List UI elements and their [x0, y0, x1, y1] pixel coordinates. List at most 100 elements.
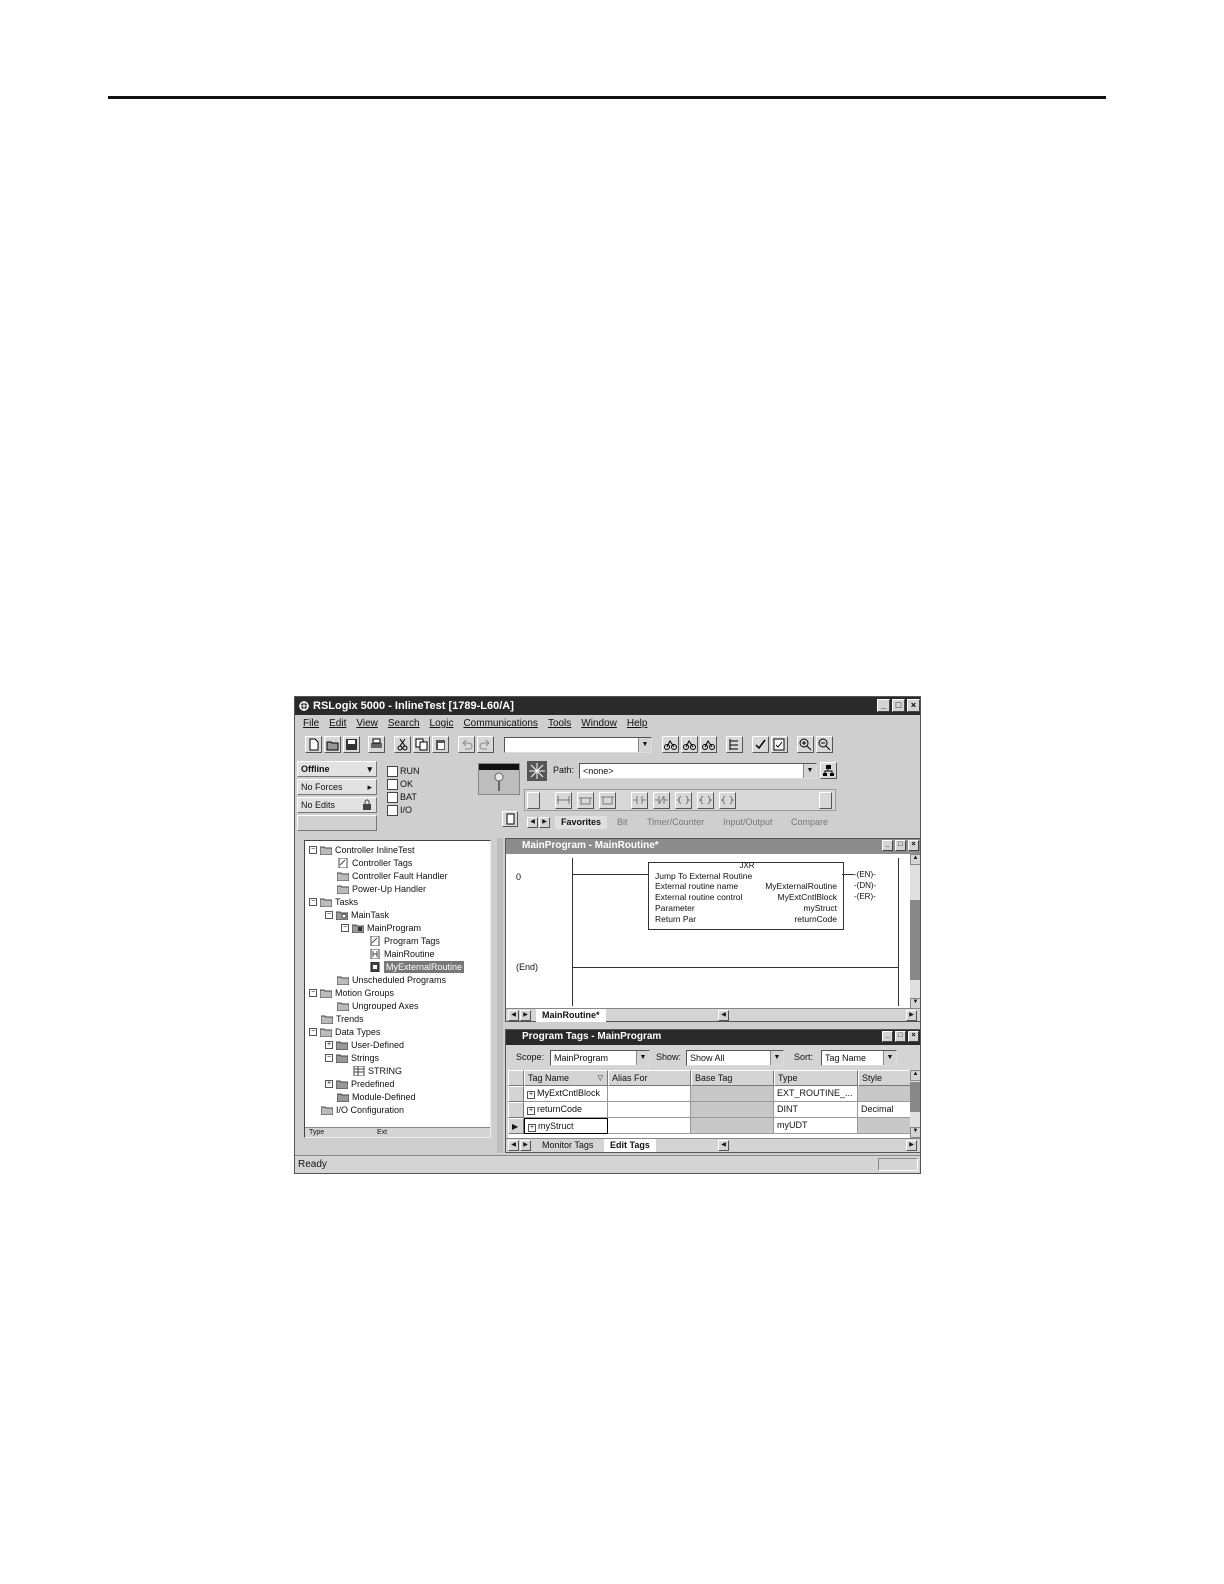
tree-motion-groups[interactable]: − Motion Groups	[309, 987, 394, 999]
ladder-editor[interactable]: 0 JXR Jump To External Routine External …	[506, 854, 911, 1009]
scroll-thumb[interactable]	[910, 900, 920, 980]
tree-program-tags[interactable]: Program Tags	[369, 935, 440, 947]
otl-button[interactable]	[697, 792, 714, 809]
maximize-button[interactable]: □	[892, 699, 905, 712]
table-row[interactable]: + returnCode	[524, 1102, 608, 1118]
row-selector-current[interactable]: ▶	[508, 1118, 524, 1134]
tree-controller-tags[interactable]: Controller Tags	[337, 857, 412, 869]
undo-button[interactable]	[458, 736, 475, 753]
tags-minimize-button[interactable]: _	[882, 1031, 893, 1042]
branch-button[interactable]	[577, 792, 594, 809]
alias-cell[interactable]	[608, 1118, 691, 1134]
tree-predefined[interactable]: + Predefined	[325, 1078, 395, 1090]
routine-vertical-scrollbar[interactable]: ▲ ▼	[910, 854, 920, 1009]
type-cell[interactable]: DINT	[774, 1102, 858, 1118]
tags-tab-scroll-right[interactable]: ▶	[520, 1140, 531, 1151]
menu-view[interactable]: View	[356, 715, 378, 732]
menu-help[interactable]: Help	[627, 715, 648, 732]
routine-hscroll-right[interactable]: ▶	[906, 1010, 917, 1021]
new-file-button[interactable]	[305, 736, 322, 753]
tree-data-types[interactable]: − Data Types	[309, 1026, 380, 1038]
tags-hscroll-right[interactable]: ▶	[906, 1140, 917, 1151]
open-button[interactable]	[324, 736, 341, 753]
alias-cell[interactable]	[608, 1086, 691, 1102]
col-alias-for[interactable]: Alias For	[608, 1070, 691, 1086]
tags-close-button[interactable]: ×	[908, 1031, 919, 1042]
cut-button[interactable]	[394, 736, 411, 753]
routine-close-button[interactable]: ×	[908, 840, 919, 851]
tags-hscroll-left[interactable]: ◀	[718, 1140, 729, 1151]
zoom-out-button[interactable]	[816, 736, 833, 753]
menu-logic[interactable]: Logic	[430, 715, 454, 732]
routine-tab-scroll-right[interactable]: ▶	[520, 1010, 531, 1021]
tree-strings[interactable]: − Strings	[325, 1052, 379, 1064]
col-base-tag[interactable]: Base Tag	[691, 1070, 774, 1086]
tab-scroll-right[interactable]: ▶	[539, 817, 550, 828]
table-row[interactable]: + MyExtCntlBlock	[524, 1086, 608, 1102]
mode-status[interactable]: Offline ▾	[297, 761, 377, 777]
jxr-instruction-block[interactable]: JXR Jump To External Routine External ro…	[648, 861, 844, 930]
organizer-toggle-button[interactable]	[726, 736, 743, 753]
style-cell[interactable]: Decimal	[858, 1102, 911, 1118]
routine-tab-scroll-left[interactable]: ◀	[508, 1010, 519, 1021]
verify-routine-button[interactable]	[752, 736, 769, 753]
row-selector[interactable]	[508, 1086, 524, 1102]
tree-io-configuration[interactable]: I/O Configuration	[321, 1104, 404, 1116]
tree-user-defined[interactable]: + User-Defined	[325, 1039, 404, 1051]
menu-search[interactable]: Search	[388, 715, 420, 732]
tree-my-external-routine[interactable]: MyExternalRoutine	[369, 961, 465, 973]
pane-splitter[interactable]	[497, 838, 503, 1153]
otu-button[interactable]	[719, 792, 736, 809]
tree-main-task[interactable]: − MainTask	[325, 909, 389, 921]
tree-unscheduled-programs[interactable]: Unscheduled Programs	[337, 974, 446, 986]
search-combo[interactable]: ▼	[504, 737, 652, 753]
tree-main-program[interactable]: − MainProgram	[341, 922, 421, 934]
zoom-in-button[interactable]	[797, 736, 814, 753]
close-button[interactable]: ×	[907, 699, 920, 712]
menu-communications[interactable]: Communications	[463, 715, 537, 732]
menu-window[interactable]: Window	[581, 715, 617, 732]
row-selector[interactable]	[508, 1102, 524, 1118]
scroll-thumb[interactable]	[910, 1082, 920, 1112]
tab-favorites[interactable]: Favorites	[555, 816, 608, 829]
print-button[interactable]	[368, 736, 385, 753]
tags-maximize-button[interactable]: □	[895, 1031, 906, 1042]
rslinx-path-icon[interactable]	[527, 761, 547, 781]
tags-tab-scroll-left[interactable]: ◀	[508, 1140, 519, 1151]
tab-bit[interactable]: Bit	[611, 816, 634, 829]
verify-network-button[interactable]	[662, 736, 679, 753]
tab-edit-tags[interactable]: Edit Tags	[604, 1139, 656, 1152]
type-cell[interactable]: EXT_ROUTINE_...	[774, 1086, 858, 1102]
redo-button[interactable]	[477, 736, 494, 753]
path-browse-button[interactable]	[820, 762, 837, 779]
col-style[interactable]: Style	[858, 1070, 911, 1086]
menu-tools[interactable]: Tools	[548, 715, 571, 732]
forces-status[interactable]: No Forces ▸	[297, 779, 377, 795]
col-type[interactable]: Type	[774, 1070, 858, 1086]
menu-file[interactable]: File	[303, 715, 319, 732]
tags-vertical-scrollbar[interactable]: ▲ ▼	[910, 1070, 920, 1138]
verify-controller-button[interactable]	[771, 736, 788, 753]
ote-button[interactable]	[675, 792, 692, 809]
tab-monitor-tags[interactable]: Monitor Tags	[536, 1139, 599, 1152]
type-cell[interactable]: myUDT	[774, 1118, 858, 1134]
who-active-button[interactable]	[700, 736, 717, 753]
minimize-button[interactable]: _	[877, 699, 890, 712]
show-combo[interactable]: Show All ▼	[686, 1050, 784, 1066]
tree-power-up-handler[interactable]: Power-Up Handler	[337, 883, 426, 895]
path-combo[interactable]: <none> ▼	[579, 763, 817, 779]
tab-compare[interactable]: Compare	[785, 816, 834, 829]
menu-edit[interactable]: Edit	[329, 715, 346, 732]
browse-network-button[interactable]	[681, 736, 698, 753]
xic-button[interactable]	[631, 792, 648, 809]
xio-button[interactable]	[653, 792, 670, 809]
tree-tasks[interactable]: − Tasks	[309, 896, 358, 908]
edits-status[interactable]: No Edits	[297, 797, 377, 813]
tree-trends[interactable]: Trends	[321, 1013, 364, 1025]
routine-hscroll-left[interactable]: ◀	[718, 1010, 729, 1021]
tree-ungrouped-axes[interactable]: Ungrouped Axes	[337, 1000, 419, 1012]
controller-properties-button[interactable]	[502, 811, 518, 827]
tab-input-output[interactable]: Input/Output	[717, 816, 779, 829]
rung-button[interactable]	[555, 792, 572, 809]
routine-minimize-button[interactable]: _	[882, 840, 893, 851]
